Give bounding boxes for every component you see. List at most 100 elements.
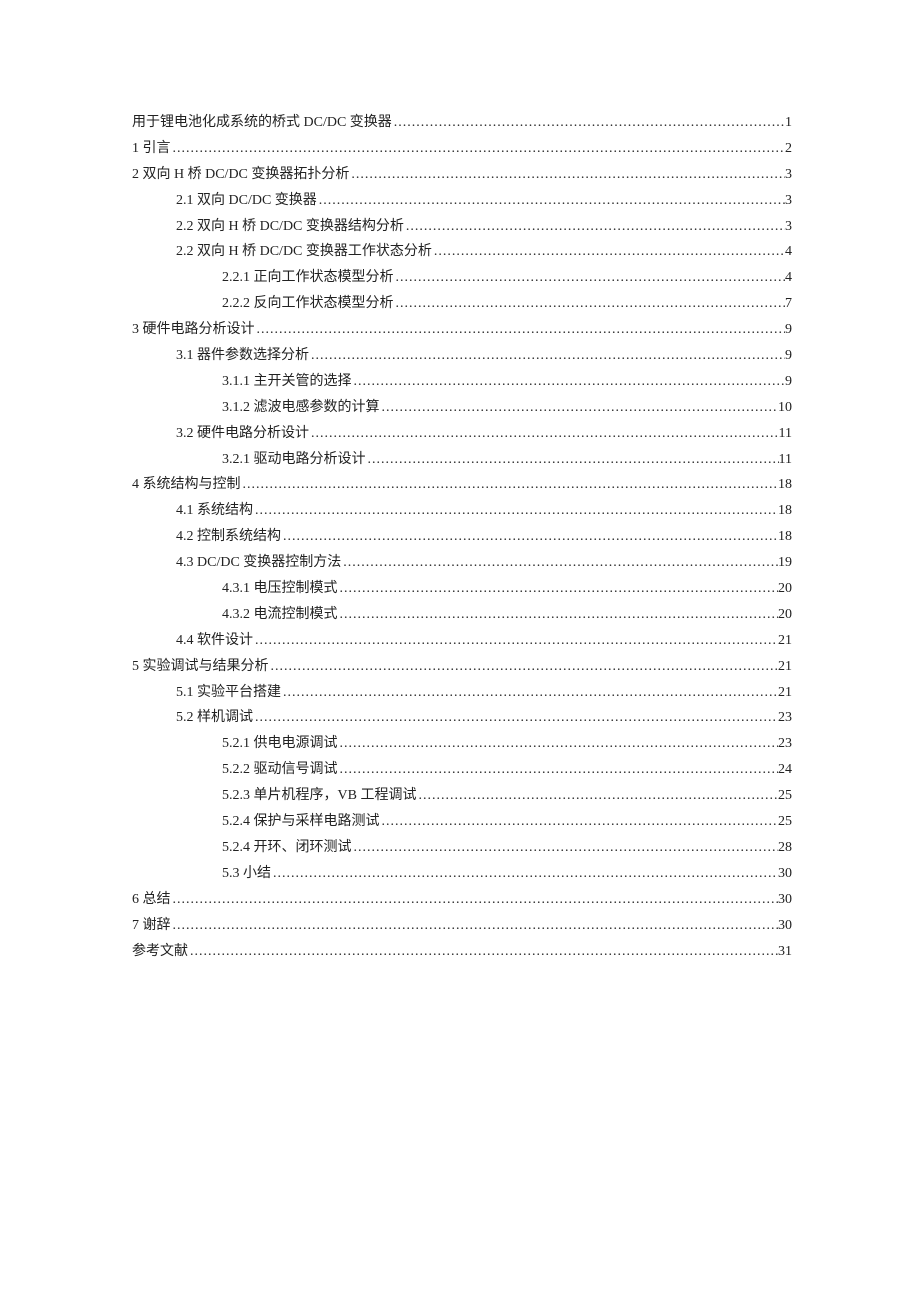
toc-entry-label: 6 总结: [132, 887, 171, 913]
toc-dot-leader: [416, 783, 778, 809]
toc-dot-leader: [394, 291, 786, 317]
toc-entry[interactable]: 4.3.1 电压控制模式 20: [132, 576, 792, 602]
toc-entry-label: 5.2.2 驱动信号调试: [222, 757, 338, 783]
toc-entry-page: 23: [778, 731, 792, 757]
toc-entry[interactable]: 4.3 DC/DC 变换器控制方法19: [132, 550, 792, 576]
toc-dot-leader: [338, 757, 779, 783]
toc-entry[interactable]: 5.2.4 保护与采样电路测试 25: [132, 809, 792, 835]
toc-dot-leader: [392, 110, 785, 136]
toc-entry[interactable]: 3.1.2 滤波电感参数的计算 10: [132, 395, 792, 421]
toc-entry[interactable]: 3 硬件电路分析设计9: [132, 317, 792, 343]
toc-entry[interactable]: 2.1 双向 DC/DC 变换器3: [132, 188, 792, 214]
toc-entry-page: 1: [785, 110, 792, 136]
toc-entry-page: 9: [785, 343, 792, 369]
toc-entry[interactable]: 7 谢辞30: [132, 913, 792, 939]
toc-entry[interactable]: 3.1 器件参数选择分析 9: [132, 343, 792, 369]
toc-entry[interactable]: 1 引言2: [132, 136, 792, 162]
toc-entry-page: 9: [785, 369, 792, 395]
toc-entry[interactable]: 5.2.1 供电电源调试23: [132, 731, 792, 757]
toc-entry-page: 25: [778, 809, 792, 835]
toc-dot-leader: [253, 705, 778, 731]
toc-entry[interactable]: 2 双向 H 桥 DC/DC 变换器拓扑分析 3: [132, 162, 792, 188]
toc-dot-leader: [188, 939, 778, 965]
toc-entry[interactable]: 5.1 实验平台搭建21: [132, 680, 792, 706]
toc-entry[interactable]: 4.1 系统结构 18: [132, 498, 792, 524]
toc-entry[interactable]: 3.2 硬件电路分析设计11: [132, 421, 792, 447]
toc-entry-label: 5.2 样机调试: [176, 705, 253, 731]
toc-dot-leader: [171, 913, 779, 939]
toc-dot-leader: [380, 809, 779, 835]
toc-dot-leader: [241, 472, 779, 498]
toc-entry-page: 4: [785, 265, 792, 291]
toc-entry-label: 5.2.4 开环、闭环测试: [222, 835, 352, 861]
toc-entry[interactable]: 4.3.2 电流控制模式20: [132, 602, 792, 628]
toc-entry-label: 2.2 双向 H 桥 DC/DC 变换器工作状态分析: [176, 239, 432, 265]
toc-dot-leader: [253, 498, 778, 524]
toc-entry-page: 11: [779, 421, 792, 447]
toc-entry[interactable]: 5.2 样机调试 23: [132, 705, 792, 731]
toc-entry-page: 30: [778, 887, 792, 913]
toc-entry[interactable]: 4.2 控制系统结构18: [132, 524, 792, 550]
toc-dot-leader: [404, 214, 785, 240]
toc-entry-label: 1 引言: [132, 136, 171, 162]
toc-entry-page: 21: [778, 654, 792, 680]
toc-entry-label: 5.2.4 保护与采样电路测试: [222, 809, 380, 835]
toc-entry-page: 31: [778, 939, 792, 965]
toc-entry-label: 3.1 器件参数选择分析: [176, 343, 309, 369]
toc-entry-label: 4.3 DC/DC 变换器控制方法: [176, 550, 341, 576]
toc-entry-page: 4: [785, 239, 792, 265]
toc-entry-label: 4.3.1 电压控制模式: [222, 576, 338, 602]
toc-entry[interactable]: 参考文献 31: [132, 939, 792, 965]
toc-entry-label: 参考文献: [132, 939, 188, 965]
toc-entry-page: 24: [778, 757, 792, 783]
toc-entry-label: 3.1.2 滤波电感参数的计算: [222, 395, 380, 421]
toc-entry[interactable]: 4 系统结构与控制18: [132, 472, 792, 498]
toc-entry[interactable]: 5.2.3 单片机程序，VB 工程调试25: [132, 783, 792, 809]
toc-dot-leader: [281, 680, 778, 706]
toc-entry[interactable]: 4.4 软件设计21: [132, 628, 792, 654]
toc-entry-label: 2.2.1 正向工作状态模型分析: [222, 265, 394, 291]
toc-entry[interactable]: 5.2.4 开环、闭环测试28: [132, 835, 792, 861]
toc-entry[interactable]: 3.2.1 驱动电路分析设计 11: [132, 447, 792, 473]
table-of-contents: 用于锂电池化成系统的桥式 DC/DC 变换器11 引言22 双向 H 桥 DC/…: [132, 110, 792, 964]
toc-dot-leader: [309, 421, 779, 447]
toc-entry[interactable]: 2.2 双向 H 桥 DC/DC 变换器工作状态分析 4: [132, 239, 792, 265]
toc-entry[interactable]: 5.2.2 驱动信号调试 24: [132, 757, 792, 783]
toc-entry-label: 2 双向 H 桥 DC/DC 变换器拓扑分析: [132, 162, 349, 188]
toc-entry-label: 2.2 双向 H 桥 DC/DC 变换器结构分析: [176, 214, 404, 240]
toc-entry-page: 10: [778, 395, 792, 421]
toc-dot-leader: [317, 188, 785, 214]
toc-entry[interactable]: 3.1.1 主开关管的选择9: [132, 369, 792, 395]
toc-entry-page: 21: [778, 680, 792, 706]
toc-entry[interactable]: 5 实验调试与结果分析21: [132, 654, 792, 680]
toc-entry-page: 7: [785, 291, 792, 317]
toc-dot-leader: [338, 576, 779, 602]
toc-entry-page: 18: [778, 524, 792, 550]
toc-dot-leader: [341, 550, 778, 576]
toc-dot-leader: [338, 602, 779, 628]
toc-entry-page: 18: [778, 498, 792, 524]
toc-entry-page: 20: [778, 576, 792, 602]
toc-entry[interactable]: 2.2.2 反向工作状态模型分析7: [132, 291, 792, 317]
toc-entry-label: 5.3 小结: [222, 861, 271, 887]
toc-dot-leader: [366, 447, 779, 473]
toc-dot-leader: [309, 343, 785, 369]
toc-dot-leader: [352, 835, 779, 861]
toc-entry-page: 9: [785, 317, 792, 343]
toc-dot-leader: [171, 887, 779, 913]
toc-entry-page: 3: [785, 162, 792, 188]
toc-entry-page: 23: [778, 705, 792, 731]
toc-entry-label: 7 谢辞: [132, 913, 171, 939]
toc-entry-label: 4.3.2 电流控制模式: [222, 602, 338, 628]
toc-entry-label: 3.2.1 驱动电路分析设计: [222, 447, 366, 473]
toc-entry[interactable]: 5.3 小结30: [132, 861, 792, 887]
toc-entry[interactable]: 2.2.1 正向工作状态模型分析 4: [132, 265, 792, 291]
toc-entry-label: 5.2.3 单片机程序，VB 工程调试: [222, 783, 416, 809]
toc-dot-leader: [269, 654, 779, 680]
toc-entry-page: 3: [785, 188, 792, 214]
toc-entry[interactable]: 2.2 双向 H 桥 DC/DC 变换器结构分析3: [132, 214, 792, 240]
toc-entry-label: 4.1 系统结构: [176, 498, 253, 524]
toc-entry[interactable]: 6 总结 30: [132, 887, 792, 913]
toc-entry-page: 11: [779, 447, 792, 473]
toc-entry[interactable]: 用于锂电池化成系统的桥式 DC/DC 变换器1: [132, 110, 792, 136]
